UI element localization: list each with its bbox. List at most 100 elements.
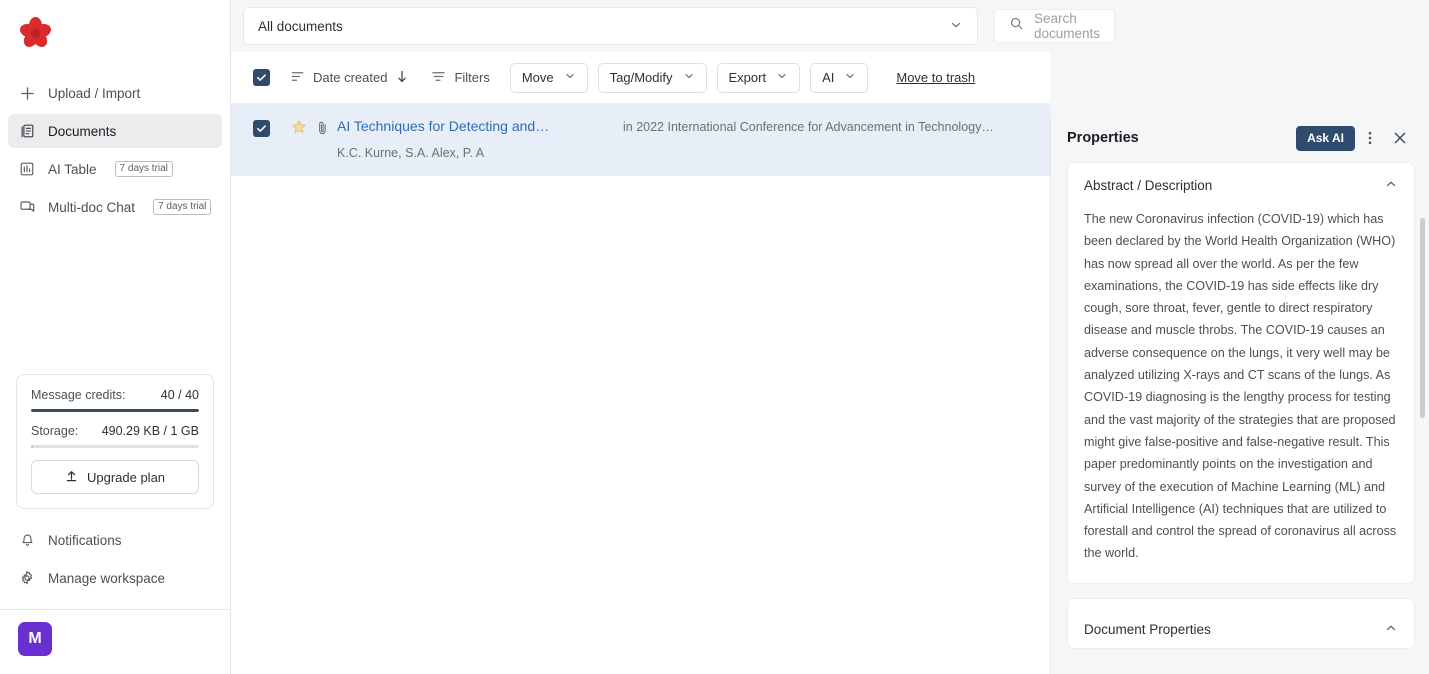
table-chart-icon — [18, 160, 36, 178]
chevron-up-icon[interactable] — [1384, 177, 1398, 194]
sidebar-item-label: Documents — [48, 124, 116, 139]
sort-icon — [290, 69, 305, 87]
chevron-down-icon — [844, 70, 856, 85]
filters-label: Filters — [454, 70, 489, 85]
ai-label: AI — [822, 70, 834, 85]
sidebar-item-label: Notifications — [48, 533, 122, 548]
sidebar-item-notifications[interactable]: Notifications — [8, 523, 222, 557]
document-properties-card-header[interactable]: Document Properties — [1068, 599, 1414, 648]
document-row[interactable]: AI Techniques for Detecting and… in 2022… — [231, 104, 1050, 176]
ai-dropdown[interactable]: AI — [810, 63, 868, 93]
scispace-logo[interactable] — [18, 16, 52, 50]
logo-core — [31, 29, 40, 38]
filter-icon — [431, 69, 446, 87]
sort-control[interactable]: Date created — [288, 69, 411, 87]
sort-label: Date created — [313, 70, 387, 85]
storage-bar — [31, 445, 199, 448]
more-options-icon[interactable] — [1355, 123, 1385, 153]
properties-scrollbar[interactable] — [1420, 218, 1425, 674]
sidebar-item-documents[interactable]: Documents — [8, 114, 222, 148]
properties-header: Properties Ask AI — [1051, 114, 1429, 162]
gear-icon — [18, 569, 36, 587]
trial-badge: 7 days trial — [153, 199, 211, 215]
properties-title: Properties — [1067, 130, 1296, 146]
chat-icon — [18, 198, 36, 216]
move-to-trash-link[interactable]: Move to trash — [896, 70, 975, 85]
abstract-text: The new Coronavirus infection (COVID-19)… — [1084, 208, 1398, 565]
close-icon[interactable] — [1385, 123, 1415, 153]
chevron-down-icon — [949, 18, 963, 35]
message-credits-row: Message credits: 40 / 40 — [31, 388, 199, 402]
storage-row: Storage: 490.29 KB / 1 GB — [31, 424, 199, 438]
properties-body: Abstract / Description The new Coronavir… — [1051, 162, 1429, 674]
sidebar-item-upload-import[interactable]: Upload / Import — [8, 76, 222, 110]
sidebar-item-label: Manage workspace — [48, 571, 165, 586]
document-title[interactable]: AI Techniques for Detecting and… — [337, 118, 623, 134]
sidebar-item-label: Multi-doc Chat — [48, 200, 135, 215]
tag-modify-dropdown[interactable]: Tag/Modify — [598, 63, 707, 93]
document-scope-value: All documents — [258, 19, 343, 34]
row-checkbox[interactable] — [253, 120, 270, 137]
star-icon[interactable] — [291, 118, 315, 139]
document-venue: in 2022 International Conference for Adv… — [623, 120, 1032, 134]
message-credits-label: Message credits: — [31, 388, 125, 402]
sidebar-nav: Upload / Import Documents — [0, 62, 230, 228]
export-dropdown[interactable]: Export — [717, 63, 801, 93]
document-authors: K.C. Kurne, S.A. Alex, P. A — [337, 146, 1032, 160]
trial-badge: 7 days trial — [115, 161, 173, 177]
document-row-primary: AI Techniques for Detecting and… in 2022… — [337, 118, 1032, 134]
main-content: All documents Search documents — [231, 0, 1050, 674]
document-properties-card: Document Properties — [1067, 598, 1415, 649]
abstract-card-header[interactable]: Abstract / Description — [1068, 163, 1414, 204]
export-label: Export — [729, 70, 767, 85]
document-row-content: AI Techniques for Detecting and… in 2022… — [337, 118, 1032, 160]
upgrade-plan-label: Upgrade plan — [87, 470, 165, 485]
storage-value: 490.29 KB / 1 GB — [102, 424, 199, 438]
move-label: Move — [522, 70, 554, 85]
storage-label: Storage: — [31, 424, 78, 438]
sidebar-bottom-links: Notifications Manage workspace — [0, 509, 230, 610]
move-dropdown[interactable]: Move — [510, 63, 588, 93]
sidebar-item-manage-workspace[interactable]: Manage workspace — [8, 561, 222, 595]
documents-toolbar: Date created Filters Move Tag/Modify — [231, 52, 1050, 104]
sidebar: Upload / Import Documents — [0, 0, 231, 674]
avatar-container: M — [0, 610, 230, 674]
abstract-card-heading: Abstract / Description — [1084, 178, 1212, 193]
search-icon — [1009, 16, 1024, 36]
plus-icon — [18, 84, 36, 102]
chevron-down-icon — [776, 70, 788, 85]
sidebar-item-ai-table[interactable]: AI Table 7 days trial — [8, 152, 222, 186]
sidebar-item-multi-doc-chat[interactable]: Multi-doc Chat 7 days trial — [8, 190, 222, 224]
chevron-down-icon — [683, 70, 695, 85]
document-scope-select[interactable]: All documents — [243, 7, 978, 45]
top-bar: All documents Search documents — [231, 0, 1050, 52]
sidebar-item-label: AI Table — [48, 162, 97, 177]
abstract-card-body: The new Coronavirus infection (COVID-19)… — [1068, 204, 1414, 583]
upload-arrow-icon — [65, 469, 78, 486]
chevron-down-icon — [564, 70, 576, 85]
chevron-up-icon[interactable] — [1384, 621, 1398, 638]
document-properties-heading: Document Properties — [1084, 622, 1211, 637]
ask-ai-button[interactable]: Ask AI — [1296, 126, 1355, 151]
message-credits-value: 40 / 40 — [161, 388, 199, 402]
bell-icon — [18, 531, 36, 549]
documents-list: AI Techniques for Detecting and… in 2022… — [231, 104, 1050, 674]
row-checkbox-cell — [253, 118, 291, 137]
sidebar-item-label: Upload / Import — [48, 86, 140, 101]
select-all-checkbox[interactable] — [253, 69, 270, 86]
properties-panel: Properties Ask AI Abstract / Description… — [1050, 114, 1429, 674]
tag-modify-label: Tag/Modify — [610, 70, 673, 85]
search-input[interactable]: Search documents — [1034, 11, 1100, 41]
filters-button[interactable]: Filters — [429, 69, 491, 87]
search-box[interactable]: Search documents — [994, 9, 1115, 43]
message-credits-bar — [31, 409, 199, 412]
abstract-card: Abstract / Description The new Coronavir… — [1067, 162, 1415, 584]
sort-direction-down-icon[interactable] — [395, 69, 409, 87]
upgrade-plan-button[interactable]: Upgrade plan — [31, 460, 199, 494]
app-root: Upload / Import Documents — [0, 0, 1429, 674]
attachment-icon[interactable] — [315, 118, 337, 141]
documents-icon — [18, 122, 36, 140]
usage-card: Message credits: 40 / 40 Storage: 490.29… — [16, 374, 214, 509]
logo-container — [0, 0, 230, 62]
avatar[interactable]: M — [18, 622, 52, 656]
